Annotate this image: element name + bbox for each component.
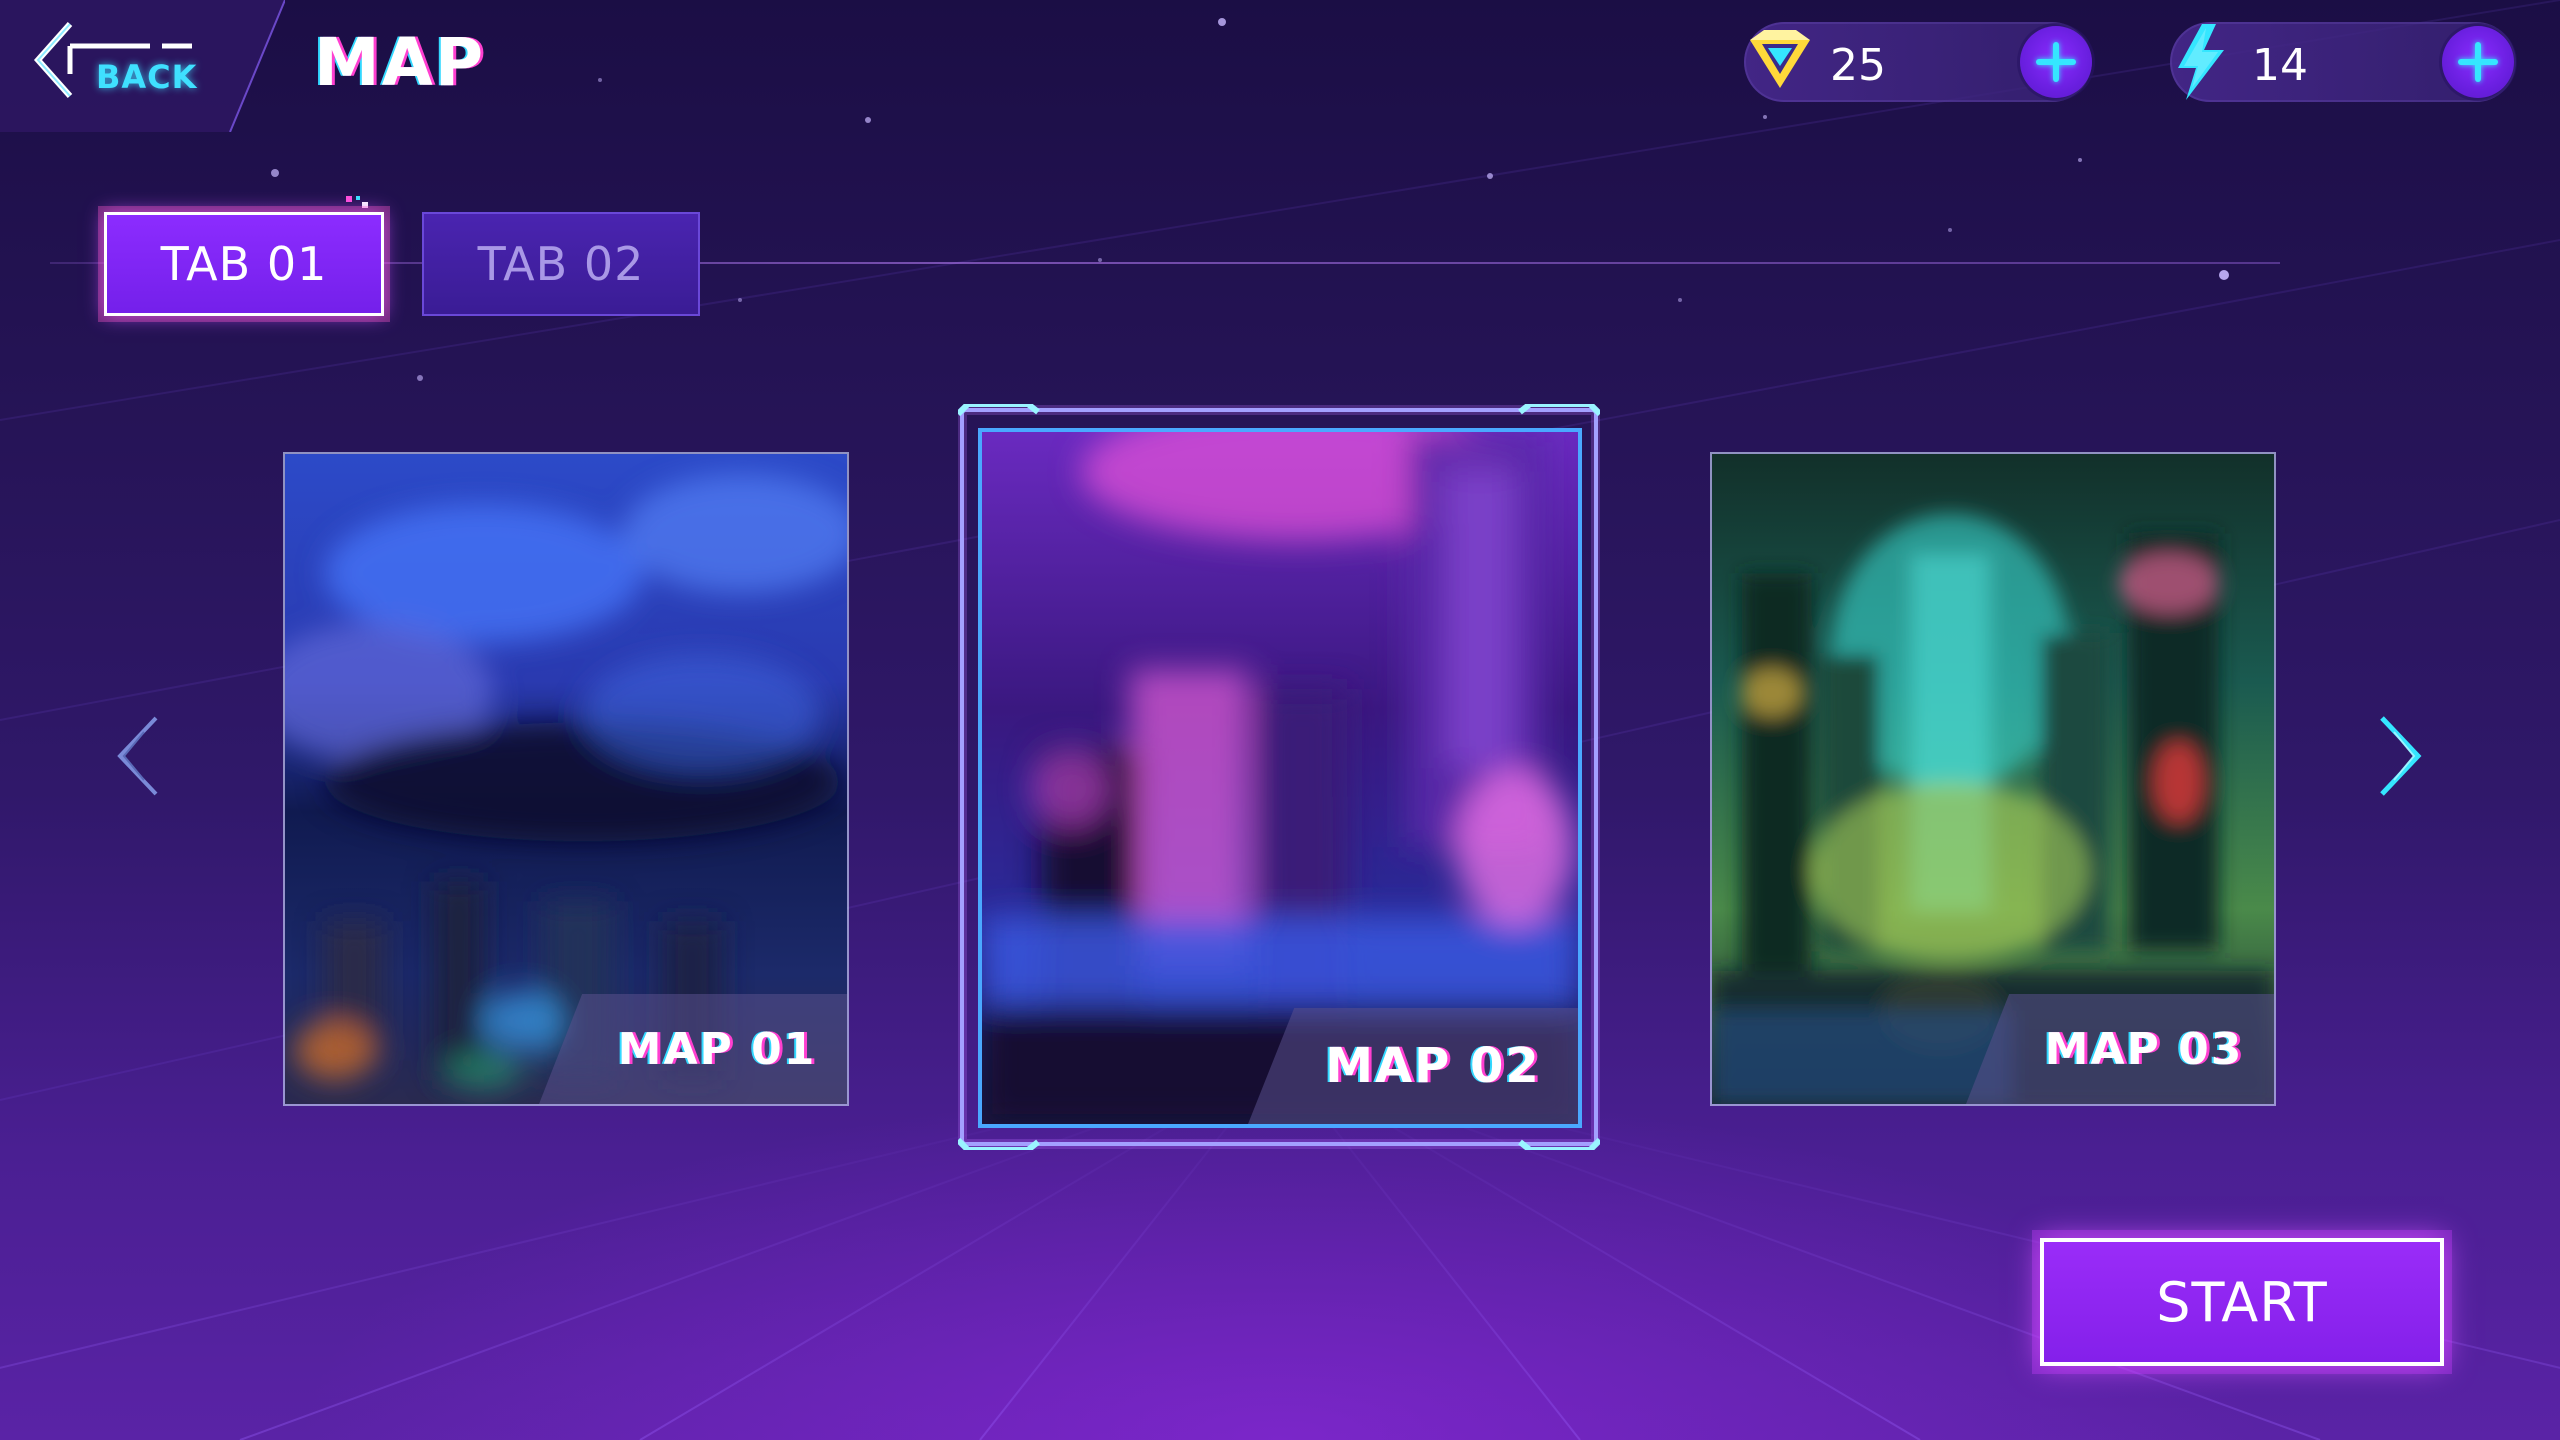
gem-counter: 25 (1744, 22, 2092, 102)
gem-value: 25 (1830, 40, 1886, 91)
lightning-icon (2178, 24, 2224, 100)
tab-02[interactable]: TAB 02 (422, 212, 700, 316)
map-card-02[interactable]: MAP 02 (978, 428, 1582, 1128)
chevron-left-icon[interactable] (110, 712, 170, 802)
back-label: BACK (96, 58, 198, 96)
map-03-label: MAP 03 (2044, 1023, 2244, 1075)
back-button[interactable]: BACK (0, 0, 286, 133)
tab-decoration (346, 196, 368, 208)
tab-01[interactable]: TAB 01 (104, 212, 384, 316)
energy-value: 14 (2252, 40, 2308, 91)
start-button[interactable]: START (2040, 1238, 2444, 1366)
chevron-right-icon[interactable] (2368, 712, 2428, 802)
map-card-03[interactable]: MAP 03 (1710, 452, 2276, 1106)
add-energy-button[interactable] (2442, 26, 2514, 98)
gem-icon (1750, 30, 1810, 88)
map-02-label: MAP 02 (1325, 1038, 1541, 1094)
page-title: MAP (314, 24, 486, 101)
tab-divider-line (50, 262, 2280, 264)
add-gems-button[interactable] (2020, 26, 2092, 98)
energy-counter: 14 (2170, 22, 2516, 102)
map-card-01[interactable]: MAP 01 (283, 452, 849, 1106)
map-01-label: MAP 01 (617, 1023, 817, 1075)
